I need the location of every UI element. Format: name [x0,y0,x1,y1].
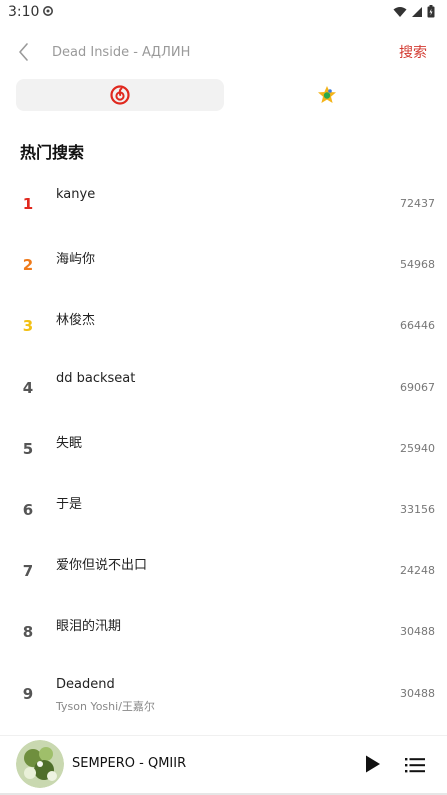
qq-music-icon [318,86,337,103]
rank-number: 2 [22,256,34,275]
hot-search-list: 1 kanye 72437 2 海屿你 54968 3 林俊杰 66446 4 … [0,173,447,724]
play-icon[interactable] [360,752,384,776]
cellular-signal-icon [412,6,422,17]
search-keyword: 爱你但说不出口 [56,558,148,574]
search-count: 54968 [400,258,435,272]
search-input[interactable] [52,40,352,64]
rank-number: 4 [22,378,34,397]
artist-subtitle: Tyson Yoshi/王嘉尔 [56,699,155,713]
hot-search-item[interactable]: 7 爱你但说不出口 24248 [0,540,447,601]
now-playing-title: SEMPERO - QMIIR [72,756,187,771]
music-source-tabs [16,79,431,111]
album-art[interactable] [16,740,64,788]
rank-number: 3 [22,317,34,336]
mini-player[interactable]: SEMPERO - QMIIR [0,735,447,795]
search-count: 30488 [400,625,435,639]
wifi-icon [393,6,407,17]
search-count: 72437 [400,197,435,210]
hot-search-item[interactable]: 4 dd backseat 69067 [0,357,447,418]
rank-number: 5 [22,439,34,458]
back-arrow-icon[interactable] [12,40,36,64]
hot-search-item[interactable]: 6 于是 33156 [0,479,447,540]
search-keyword: 眼泪的汛期 [56,619,122,635]
search-count: 69067 [400,380,435,394]
rank-number: 9 [22,684,34,703]
status-icons [393,5,435,18]
search-header: 搜索 [0,30,447,74]
tab-qq-music[interactable] [224,79,432,111]
rank-number: 7 [22,562,34,581]
search-count: 25940 [400,441,435,455]
search-keyword: Deadend [56,676,115,692]
hot-search-item[interactable]: 2 海屿你 54968 [0,234,447,295]
settings-gear-icon [43,6,53,16]
search-button[interactable]: 搜索 [399,42,427,62]
search-count: 24248 [400,564,435,578]
search-keyword: dd backseat [56,370,136,386]
search-count: 30488 [400,686,435,700]
hot-search-item[interactable]: 1 kanye 72437 [0,173,447,234]
hot-search-item[interactable]: 5 失眠 25940 [0,418,447,479]
playlist-queue-icon[interactable] [403,753,427,777]
rank-number: 1 [22,195,34,213]
hot-search-item[interactable]: 9 Deadend Tyson Yoshi/王嘉尔 30488 [0,663,447,724]
tab-netease[interactable] [16,79,224,111]
rank-number: 8 [22,623,34,642]
netease-music-icon [110,85,130,105]
search-count: 66446 [400,319,435,333]
search-keyword: 林俊杰 [56,313,96,329]
hot-search-title: 热门搜索 [20,143,85,162]
rank-number: 6 [22,500,34,519]
battery-icon [427,5,435,18]
status-bar: 3:10 [0,0,447,24]
hot-search-item[interactable]: 8 眼泪的汛期 30488 [0,601,447,662]
hot-search-item[interactable]: 3 林俊杰 66446 [0,295,447,356]
search-keyword: 于是 [56,496,83,512]
search-keyword: kanye [56,187,96,202]
search-keyword: 海屿你 [56,252,96,268]
status-time: 3:10 [8,4,40,20]
search-count: 33156 [400,502,435,516]
search-keyword: 失眠 [56,435,83,451]
